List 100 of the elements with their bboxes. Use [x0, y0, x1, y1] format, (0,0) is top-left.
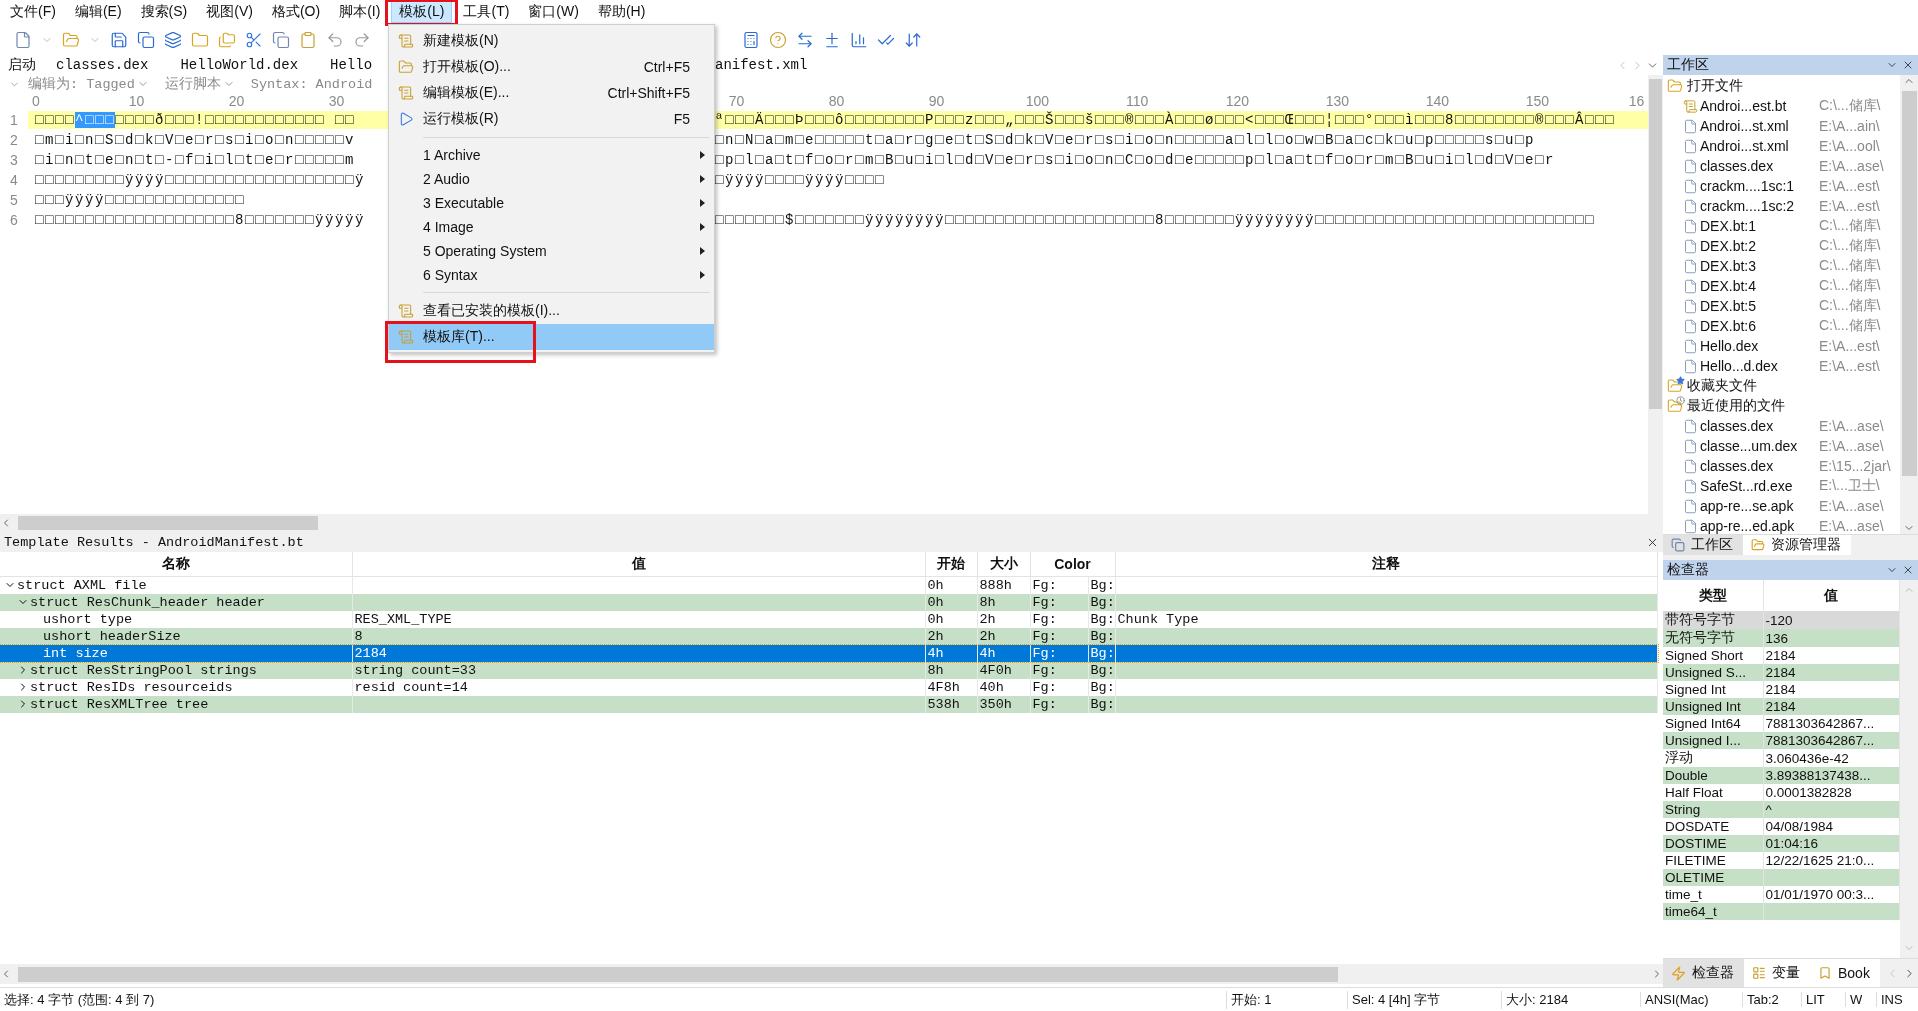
dropdown[interactable]: 运行脚本: [164, 75, 235, 93]
workspace-file[interactable]: Androi...st.xml E:\A...ool\: [1663, 136, 1900, 156]
workspace-section[interactable]: 打开文件: [1663, 76, 1900, 96]
menu-item[interactable]: 打开模板(O)... Ctrl+F5: [389, 54, 714, 80]
horizontal-scrollbar[interactable]: [0, 964, 1663, 984]
workspace-file[interactable]: DEX.bt:5 C:\...储库\: [1663, 296, 1900, 316]
menu-item[interactable]: 运行模板(R) F5: [389, 106, 714, 132]
submenu-item[interactable]: 2 Audio: [389, 167, 714, 191]
menu-title[interactable]: 视图(V): [198, 1, 261, 23]
workspace-file[interactable]: app-re...se.apk E:\A...ase\: [1663, 496, 1900, 516]
horizontal-scrollbar[interactable]: [0, 514, 1663, 532]
submenu-item[interactable]: 1 Archive: [389, 143, 714, 167]
inspector-row[interactable]: Signed Short 2184: [1663, 647, 1900, 664]
inspector-row[interactable]: 无符号字节 136: [1663, 629, 1900, 647]
inspector-row[interactable]: Signed Int64 7881303642867...: [1663, 715, 1900, 732]
save-all-icon[interactable]: [164, 30, 182, 49]
plus-minus-icon[interactable]: [823, 30, 841, 49]
submenu-item[interactable]: 6 Syntax: [389, 263, 714, 287]
workspace-file[interactable]: Hello...d.dex E:\A...est\: [1663, 356, 1900, 376]
open-folder-icon[interactable]: [62, 30, 80, 49]
column-header[interactable]: Color: [1030, 552, 1115, 577]
workspace-section[interactable]: 最近使用的文件: [1663, 396, 1900, 416]
workspace-file[interactable]: crackm....1sc:1 E:\A...est\: [1663, 176, 1900, 196]
workspace-file[interactable]: DEX.bt:3 C:\...储库\: [1663, 256, 1900, 276]
new-file-icon[interactable]: [14, 30, 32, 49]
column-header[interactable]: 值: [352, 552, 925, 577]
workspace-file[interactable]: classes.dex E:\A...ase\: [1663, 416, 1900, 436]
file-tab[interactable]: HelloWorld.dex: [172, 55, 323, 75]
paste-icon[interactable]: [299, 30, 317, 49]
inspector-row[interactable]: String ^: [1663, 801, 1900, 818]
inspector-row[interactable]: FILETIME 12/22/1625 21:0...: [1663, 852, 1900, 869]
column-header[interactable]: 注释: [1115, 552, 1658, 577]
menu-title[interactable]: 模板(L): [391, 1, 453, 23]
workspace-file[interactable]: Hello.dex E:\A...est\: [1663, 336, 1900, 356]
menu-title[interactable]: 文件(F): [2, 1, 64, 23]
workspace-file[interactable]: Androi...est.bt C:\...储库\: [1663, 96, 1900, 116]
inspector-row[interactable]: Double 3.89388137438...: [1663, 767, 1900, 784]
inspector-row[interactable]: Unsigned S... 2184: [1663, 664, 1900, 681]
workspace-file[interactable]: crackm....1sc:2 E:\A...est\: [1663, 196, 1900, 216]
inspector-row[interactable]: Unsigned I... 7881303642867...: [1663, 732, 1900, 749]
workspace-file[interactable]: app-re...ed.apk E:\A...ase\: [1663, 516, 1900, 534]
workspace-file[interactable]: DEX.bt:4 C:\...储库\: [1663, 276, 1900, 296]
close-icon[interactable]: [1902, 59, 1914, 71]
inspector-row[interactable]: Signed Int 2184: [1663, 681, 1900, 698]
inspector-row[interactable]: 浮动 3.060436e-42: [1663, 749, 1900, 767]
help-icon[interactable]: [769, 30, 787, 49]
workspace-file[interactable]: DEX.bt:6 C:\...储库\: [1663, 316, 1900, 336]
dropdown[interactable]: 编辑为: Tagged: [28, 75, 149, 93]
file-tab[interactable]: 启动: [0, 55, 48, 75]
folder-icon[interactable]: [191, 30, 209, 49]
submenu-item[interactable]: 4 Image: [389, 215, 714, 239]
inspector-row[interactable]: 带符号字节 -120: [1663, 611, 1900, 629]
close-icon[interactable]: [1902, 564, 1914, 576]
menu-item[interactable]: 模板库(T)...: [389, 324, 714, 350]
redo-icon[interactable]: [353, 30, 371, 49]
submenu-item[interactable]: 3 Executable: [389, 191, 714, 215]
column-header[interactable]: 名称: [0, 552, 352, 577]
vertical-scrollbar[interactable]: [1900, 75, 1918, 534]
workspace-file[interactable]: classe...um.dex E:\A...ase\: [1663, 436, 1900, 456]
convert-icon[interactable]: [904, 30, 922, 49]
workspace-file[interactable]: SafeSt...rd.exe E:\...卫士\: [1663, 476, 1900, 496]
vertical-scrollbar[interactable]: [1900, 580, 1918, 958]
file-tab[interactable]: anifest.xml: [715, 55, 832, 75]
result-row[interactable]: int size 2184 4h 4h Fg: Bg:: [0, 644, 1658, 662]
workspace-section[interactable]: 收藏夹文件: [1663, 376, 1900, 396]
cut-icon[interactable]: [245, 30, 263, 49]
inspector-row[interactable]: time_t 01/01/1970 00:3...: [1663, 886, 1900, 903]
menu-title[interactable]: 帮助(H): [589, 1, 654, 23]
workspace-file[interactable]: DEX.bt:1 C:\...储库\: [1663, 216, 1900, 236]
panel-tab[interactable]: 资源管理器: [1743, 535, 1851, 555]
save-as-icon[interactable]: [137, 30, 155, 49]
swap-icon[interactable]: [796, 30, 814, 49]
undo-icon[interactable]: [326, 30, 344, 49]
save-icon[interactable]: [110, 30, 128, 49]
menu-title[interactable]: 格式(O): [263, 1, 329, 23]
menu-title[interactable]: 搜索(S): [132, 1, 196, 23]
panel-tab[interactable]: 变量: [1744, 959, 1810, 987]
menu-title[interactable]: 脚本(I): [331, 1, 389, 23]
menu-title[interactable]: 窗口(W): [520, 1, 587, 23]
workspace-file[interactable]: classes.dex E:\15...2jar\: [1663, 456, 1900, 476]
panel-tab[interactable]: 检查器: [1663, 959, 1744, 987]
menu-title[interactable]: 工具(T): [455, 1, 518, 23]
submenu-item[interactable]: 5 Operating System: [389, 239, 714, 263]
menu-item[interactable]: 查看已安装的模板(I)...: [389, 298, 714, 324]
inspector-row[interactable]: OLETIME: [1663, 869, 1900, 886]
menu-item[interactable]: 编辑模板(E)... Ctrl+Shift+F5: [389, 80, 714, 106]
inspector-row[interactable]: time64_t: [1663, 903, 1900, 920]
file-tab[interactable]: Hello: [322, 55, 388, 75]
histogram-icon[interactable]: [850, 30, 868, 49]
file-tab[interactable]: classes.dex: [48, 55, 173, 75]
workspace-file[interactable]: Androi...st.xml E:\A...ain\: [1663, 116, 1900, 136]
calculator-icon[interactable]: [742, 30, 760, 49]
menu-title[interactable]: 编辑(E): [66, 1, 130, 23]
panel-tab[interactable]: 工作区: [1663, 535, 1743, 555]
copy-icon[interactable]: [272, 30, 290, 49]
vertical-scrollbar[interactable]: [1648, 75, 1663, 514]
inspector-row[interactable]: Unsigned Int 2184: [1663, 698, 1900, 715]
inspector-row[interactable]: Half Float 0.0001382828: [1663, 784, 1900, 801]
folders-icon[interactable]: [218, 30, 236, 49]
inspector-row[interactable]: DOSTIME 01:04:16: [1663, 835, 1900, 852]
